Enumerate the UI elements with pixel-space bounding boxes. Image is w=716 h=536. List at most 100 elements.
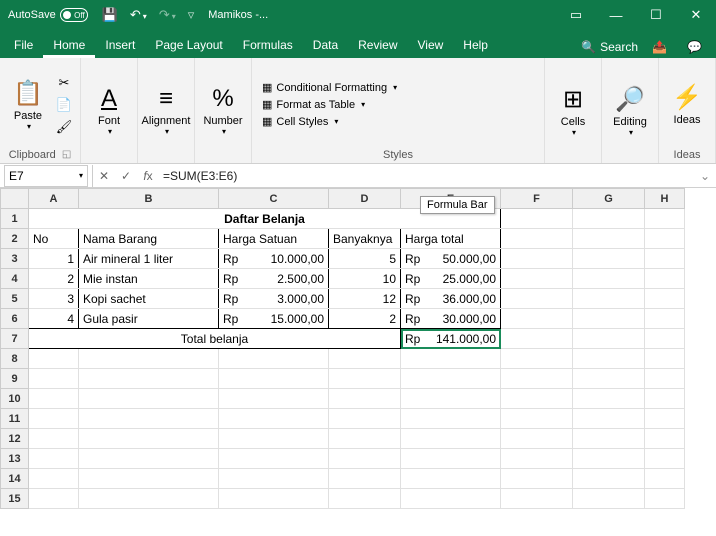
- cell-selected[interactable]: Rp141.000,00: [401, 329, 501, 349]
- cell[interactable]: [79, 409, 219, 429]
- cell[interactable]: [573, 329, 645, 349]
- format-painter-icon[interactable]: 🖌: [54, 117, 74, 137]
- cell[interactable]: [29, 469, 79, 489]
- save-icon[interactable]: 💾: [96, 7, 124, 23]
- maximize-button[interactable]: ☐: [636, 0, 676, 30]
- cell[interactable]: [401, 469, 501, 489]
- col-header-f[interactable]: F: [501, 189, 573, 209]
- cell[interactable]: [573, 429, 645, 449]
- cell[interactable]: [79, 369, 219, 389]
- cell-total-label[interactable]: Total belanja: [29, 329, 401, 349]
- cell[interactable]: [501, 389, 573, 409]
- row-header[interactable]: 15: [1, 489, 29, 509]
- cell[interactable]: [29, 449, 79, 469]
- cell[interactable]: 5: [329, 249, 401, 269]
- cell[interactable]: Rp50.000,00: [401, 249, 501, 269]
- undo-icon[interactable]: ↶▾: [124, 7, 153, 23]
- cell[interactable]: [573, 249, 645, 269]
- cell[interactable]: [501, 489, 573, 509]
- cell[interactable]: [645, 209, 685, 229]
- cell[interactable]: [219, 409, 329, 429]
- row-header[interactable]: 6: [1, 309, 29, 329]
- row-header[interactable]: 9: [1, 369, 29, 389]
- row-header[interactable]: 1: [1, 209, 29, 229]
- cell[interactable]: [401, 369, 501, 389]
- cell[interactable]: [501, 269, 573, 289]
- cell[interactable]: Mie instan: [79, 269, 219, 289]
- tab-page-layout[interactable]: Page Layout: [145, 32, 232, 58]
- enter-formula-icon[interactable]: ✓: [115, 169, 137, 183]
- cell[interactable]: Rp25.000,00: [401, 269, 501, 289]
- cell[interactable]: [401, 409, 501, 429]
- cell[interactable]: [79, 489, 219, 509]
- row-header[interactable]: 3: [1, 249, 29, 269]
- row-header[interactable]: 4: [1, 269, 29, 289]
- cell[interactable]: [645, 429, 685, 449]
- minimize-button[interactable]: —: [596, 0, 636, 30]
- tab-review[interactable]: Review: [348, 32, 407, 58]
- cells-button[interactable]: ⊞ Cells▾: [551, 76, 595, 146]
- tab-home[interactable]: Home: [43, 32, 95, 58]
- cell[interactable]: [401, 489, 501, 509]
- cell[interactable]: [29, 389, 79, 409]
- cell[interactable]: [401, 389, 501, 409]
- cell[interactable]: [79, 349, 219, 369]
- cell[interactable]: [501, 349, 573, 369]
- row-header[interactable]: 5: [1, 289, 29, 309]
- comments-icon[interactable]: 💬: [681, 36, 708, 58]
- cell[interactable]: [645, 389, 685, 409]
- cell[interactable]: [401, 349, 501, 369]
- cell[interactable]: [29, 489, 79, 509]
- cell[interactable]: 2: [29, 269, 79, 289]
- search-box[interactable]: 🔍 Search: [581, 40, 638, 54]
- cell[interactable]: [401, 449, 501, 469]
- cell[interactable]: [573, 289, 645, 309]
- cell[interactable]: [501, 469, 573, 489]
- editing-button[interactable]: 🔎 Editing▾: [608, 76, 652, 146]
- cell[interactable]: [501, 209, 573, 229]
- cell[interactable]: [573, 469, 645, 489]
- conditional-formatting-button[interactable]: ▦Conditional Formatting▾: [262, 81, 397, 94]
- cell[interactable]: [501, 429, 573, 449]
- cell[interactable]: 1: [29, 249, 79, 269]
- cell[interactable]: [501, 309, 573, 329]
- row-header[interactable]: 13: [1, 449, 29, 469]
- close-button[interactable]: ✕: [676, 0, 716, 30]
- cell[interactable]: Rp30.000,00: [401, 309, 501, 329]
- cell[interactable]: [645, 349, 685, 369]
- cell[interactable]: [401, 429, 501, 449]
- cell[interactable]: [573, 349, 645, 369]
- col-header-g[interactable]: G: [573, 189, 645, 209]
- cell[interactable]: [645, 409, 685, 429]
- tab-data[interactable]: Data: [303, 32, 348, 58]
- cell[interactable]: [219, 369, 329, 389]
- cell[interactable]: [573, 209, 645, 229]
- cell[interactable]: [501, 289, 573, 309]
- cell[interactable]: [645, 309, 685, 329]
- cell[interactable]: [219, 489, 329, 509]
- tab-insert[interactable]: Insert: [95, 32, 145, 58]
- share-icon[interactable]: 📤: [646, 36, 673, 58]
- cell[interactable]: Rp10.000,00: [219, 249, 329, 269]
- cell[interactable]: Gula pasir: [79, 309, 219, 329]
- cell[interactable]: [219, 469, 329, 489]
- tab-help[interactable]: Help: [453, 32, 498, 58]
- cell[interactable]: [329, 469, 401, 489]
- col-header-h[interactable]: H: [645, 189, 685, 209]
- cell[interactable]: [645, 249, 685, 269]
- cell[interactable]: [573, 309, 645, 329]
- col-header-c[interactable]: C: [219, 189, 329, 209]
- clipboard-launcher-icon[interactable]: ◱: [62, 149, 71, 161]
- cell[interactable]: [329, 449, 401, 469]
- cell[interactable]: [79, 429, 219, 449]
- fx-icon[interactable]: fx: [137, 169, 159, 183]
- cut-icon[interactable]: ✂: [54, 73, 74, 93]
- name-box[interactable]: E7 ▾: [4, 165, 88, 187]
- cell[interactable]: [501, 329, 573, 349]
- ribbon-display-icon[interactable]: ▭: [556, 0, 596, 30]
- cell[interactable]: [573, 269, 645, 289]
- cell-header-banyak[interactable]: Banyaknya: [329, 229, 401, 249]
- cell[interactable]: [29, 429, 79, 449]
- cell[interactable]: [501, 449, 573, 469]
- cell[interactable]: [219, 349, 329, 369]
